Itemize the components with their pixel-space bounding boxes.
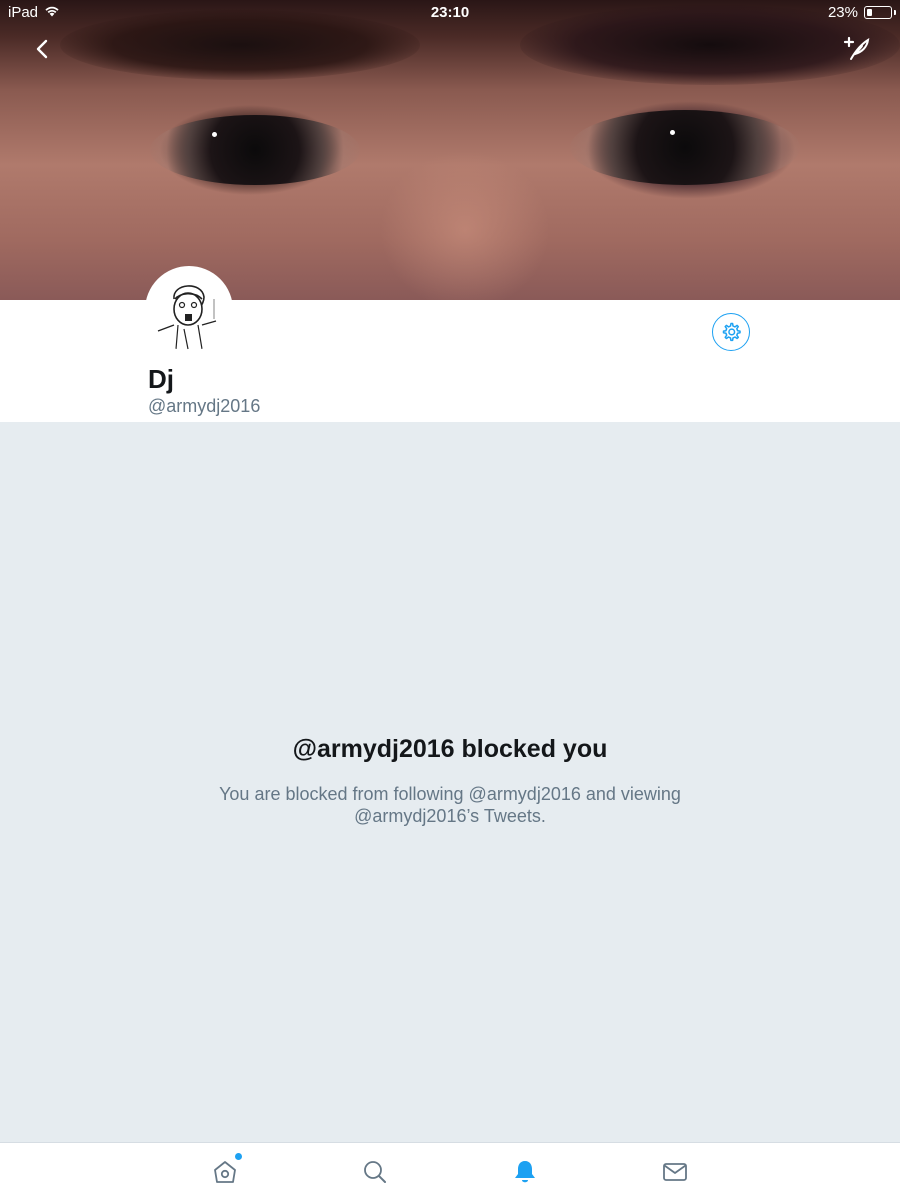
compose-tweet-icon (843, 36, 870, 60)
handle: @armydj2016 (148, 396, 261, 416)
blocked-title: @armydj2016 blocked you (292, 735, 608, 763)
compose-tweet-button[interactable] (842, 34, 872, 64)
banner-detail (212, 132, 217, 137)
battery-fill (866, 8, 872, 16)
banner-detail (150, 115, 360, 185)
search-icon (364, 1161, 386, 1183)
profile-banner[interactable] (0, 0, 900, 300)
status-bar: iPad 23:10 23% (0, 0, 900, 24)
tab-messages[interactable] (660, 1157, 690, 1187)
avatar-image (148, 269, 230, 351)
notification-dot (235, 1153, 242, 1160)
battery-icon (864, 6, 896, 19)
display-name: Dj (148, 364, 174, 394)
bell-icon (515, 1161, 535, 1183)
battery-percent: 23% (827, 4, 858, 21)
home-icon (214, 1161, 236, 1183)
settings-button[interactable] (712, 313, 750, 351)
gear-icon (722, 322, 741, 342)
envelope-icon (663, 1163, 687, 1181)
blocked-message: You are blocked from following @armydj20… (219, 784, 681, 826)
banner-detail (670, 130, 675, 135)
tab-bar (0, 1142, 900, 1200)
banner-detail (380, 150, 550, 300)
profile-header (0, 300, 900, 422)
tab-home[interactable] (210, 1153, 242, 1187)
clock: 23:10 (430, 4, 470, 21)
tab-notifications[interactable] (510, 1157, 540, 1187)
avatar[interactable] (145, 266, 233, 354)
back-button[interactable] (27, 34, 57, 64)
banner-detail (570, 110, 800, 185)
tab-search[interactable] (360, 1157, 390, 1187)
chevron-left-icon (36, 39, 48, 59)
